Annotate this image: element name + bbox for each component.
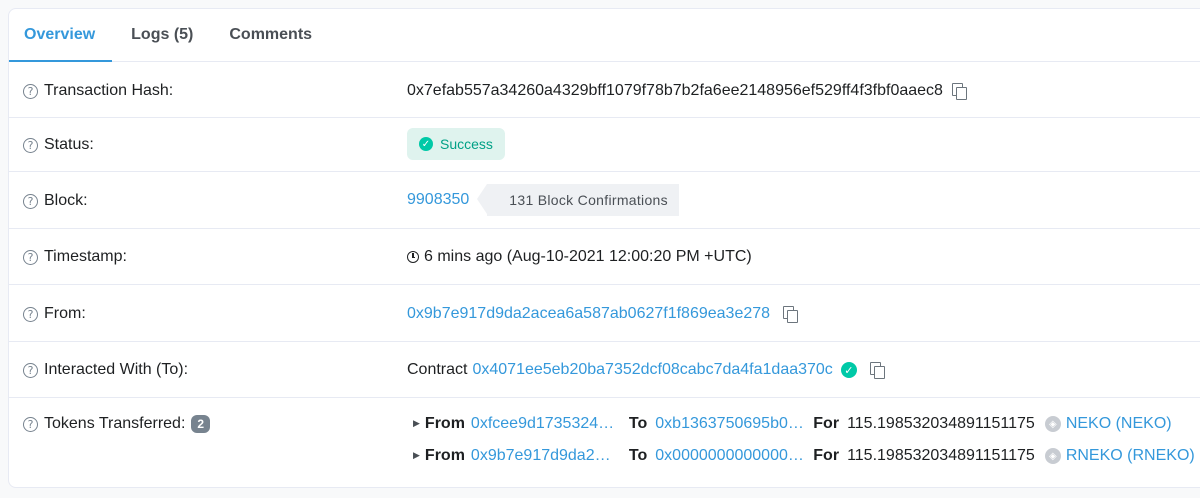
question-icon[interactable]: ? bbox=[23, 83, 38, 99]
from-label: From: bbox=[44, 305, 86, 322]
check-circle-icon: ✓ bbox=[419, 137, 433, 151]
block-confirmations-badge: 131 Block Confirmations bbox=[477, 184, 679, 216]
question-icon[interactable]: ? bbox=[23, 249, 38, 265]
tokens-label-group: ? Tokens Transferred: 2 bbox=[23, 415, 211, 433]
tokens-label: Tokens Transferred: bbox=[44, 415, 186, 432]
transfer-for-label: For bbox=[813, 415, 840, 432]
transfer-from-label: From bbox=[424, 447, 465, 464]
contract-prefix: Contract bbox=[407, 361, 468, 378]
block-value-group: 9908350 131 Block Confirmations bbox=[407, 184, 679, 216]
transfer-to-address-link[interactable]: 0xb1363750695b0… bbox=[655, 415, 805, 433]
row-interacted-with: ? Interacted With (To): Contract 0x4071e… bbox=[9, 342, 1200, 398]
interacted-label: Interacted With (To): bbox=[44, 361, 189, 378]
tab-logs[interactable]: Logs (5) bbox=[130, 9, 194, 61]
transfer-from-address-link[interactable]: 0xfcee9d1735324… bbox=[471, 415, 619, 433]
status-text: Success bbox=[440, 136, 493, 152]
status-value-group: ✓ Success bbox=[407, 128, 505, 160]
status-label: Status: bbox=[44, 136, 94, 153]
transfer-amount: 115.198532034891151175 bbox=[847, 447, 1035, 464]
verified-icon: ✓ bbox=[840, 362, 857, 378]
transaction-hash-label: Transaction Hash: bbox=[44, 82, 174, 99]
transaction-card: Overview Logs (5) Comments ? Transaction… bbox=[8, 8, 1200, 488]
token-icon: ◈ bbox=[1044, 448, 1061, 464]
question-icon[interactable]: ? bbox=[23, 416, 38, 432]
interacted-label-group: ? Interacted With (To): bbox=[23, 361, 188, 379]
question-icon[interactable]: ? bbox=[23, 306, 38, 322]
timestamp-value: 6 mins ago (Aug-10-2021 12:00:20 PM +UTC… bbox=[424, 248, 752, 265]
question-icon[interactable]: ? bbox=[23, 193, 38, 209]
tab-overview[interactable]: Overview bbox=[8, 9, 113, 62]
clock-icon bbox=[407, 251, 419, 263]
transfer-from-address-link[interactable]: 0x9b7e917d9da2a… bbox=[471, 447, 619, 465]
question-icon[interactable]: ? bbox=[23, 362, 38, 378]
transaction-hash-value-group: 0x7efab557a34260a4329bff1079f78b7b2fa6ee… bbox=[407, 82, 967, 100]
caret-right-icon[interactable]: ▶ bbox=[413, 451, 420, 461]
transfer-to-address-link[interactable]: 0x0000000000000… bbox=[655, 447, 805, 465]
block-label: Block: bbox=[44, 192, 88, 209]
transfer-to-label: To bbox=[628, 447, 648, 464]
copy-icon[interactable] bbox=[783, 306, 799, 323]
copy-icon[interactable] bbox=[951, 83, 967, 100]
timestamp-label-group: ? Timestamp: bbox=[23, 248, 127, 266]
copy-icon[interactable] bbox=[869, 362, 885, 379]
block-label-group: ? Block: bbox=[23, 192, 88, 210]
tab-bar: Overview Logs (5) Comments bbox=[8, 9, 1200, 62]
transfer-token-link[interactable]: RNEKO (RNEKO) bbox=[1066, 447, 1195, 465]
from-address-link[interactable]: 0x9b7e917d9da2acea6a587ab0627f1f869ea3e2… bbox=[407, 305, 770, 323]
transfer-line: ▶ From 0xfcee9d1735324… To 0xb1363750695… bbox=[413, 415, 1172, 433]
transfer-line: ▶ From 0x9b7e917d9da2a… To 0x00000000000… bbox=[413, 447, 1195, 465]
transaction-hash-label-group: ? Transaction Hash: bbox=[23, 82, 173, 100]
transfer-for-label: For bbox=[813, 447, 840, 464]
question-icon[interactable]: ? bbox=[23, 137, 38, 153]
transfer-count-badge: 2 bbox=[191, 415, 211, 433]
caret-right-icon[interactable]: ▶ bbox=[413, 419, 420, 429]
row-tokens-transferred: ? Tokens Transferred: 2 ▶ From 0xfcee9d1… bbox=[9, 398, 1200, 498]
contract-address-link[interactable]: 0x4071ee5eb20ba7352dcf08cabc7da4fa1daa37… bbox=[472, 361, 832, 379]
row-status: ? Status: ✓ Success bbox=[9, 118, 1200, 172]
from-label-group: ? From: bbox=[23, 305, 86, 323]
row-transaction-hash: ? Transaction Hash: 0x7efab557a34260a432… bbox=[9, 62, 1200, 118]
row-from: ? From: 0x9b7e917d9da2acea6a587ab0627f1f… bbox=[9, 285, 1200, 342]
interacted-value-group: Contract 0x4071ee5eb20ba7352dcf08cabc7da… bbox=[407, 361, 885, 379]
status-label-group: ? Status: bbox=[23, 136, 94, 154]
status-badge: ✓ Success bbox=[407, 128, 505, 160]
transfer-to-label: To bbox=[628, 415, 648, 432]
tab-comments[interactable]: Comments bbox=[228, 9, 313, 61]
transaction-hash-value: 0x7efab557a34260a4329bff1079f78b7b2fa6ee… bbox=[407, 82, 943, 99]
row-block: ? Block: 9908350 131 Block Confirmations bbox=[9, 172, 1200, 229]
transfer-amount: 115.198532034891151175 bbox=[847, 415, 1035, 432]
timestamp-value-group: 6 mins ago (Aug-10-2021 12:00:20 PM +UTC… bbox=[407, 248, 752, 266]
from-value-group: 0x9b7e917d9da2acea6a587ab0627f1f869ea3e2… bbox=[407, 305, 799, 323]
block-number-link[interactable]: 9908350 bbox=[407, 191, 469, 209]
transfer-token-link[interactable]: NEKO (NEKO) bbox=[1066, 415, 1172, 433]
timestamp-label: Timestamp: bbox=[44, 248, 127, 265]
token-icon: ◈ bbox=[1044, 416, 1061, 432]
transfer-from-label: From bbox=[424, 415, 465, 432]
row-timestamp: ? Timestamp: 6 mins ago (Aug-10-2021 12:… bbox=[9, 229, 1200, 285]
